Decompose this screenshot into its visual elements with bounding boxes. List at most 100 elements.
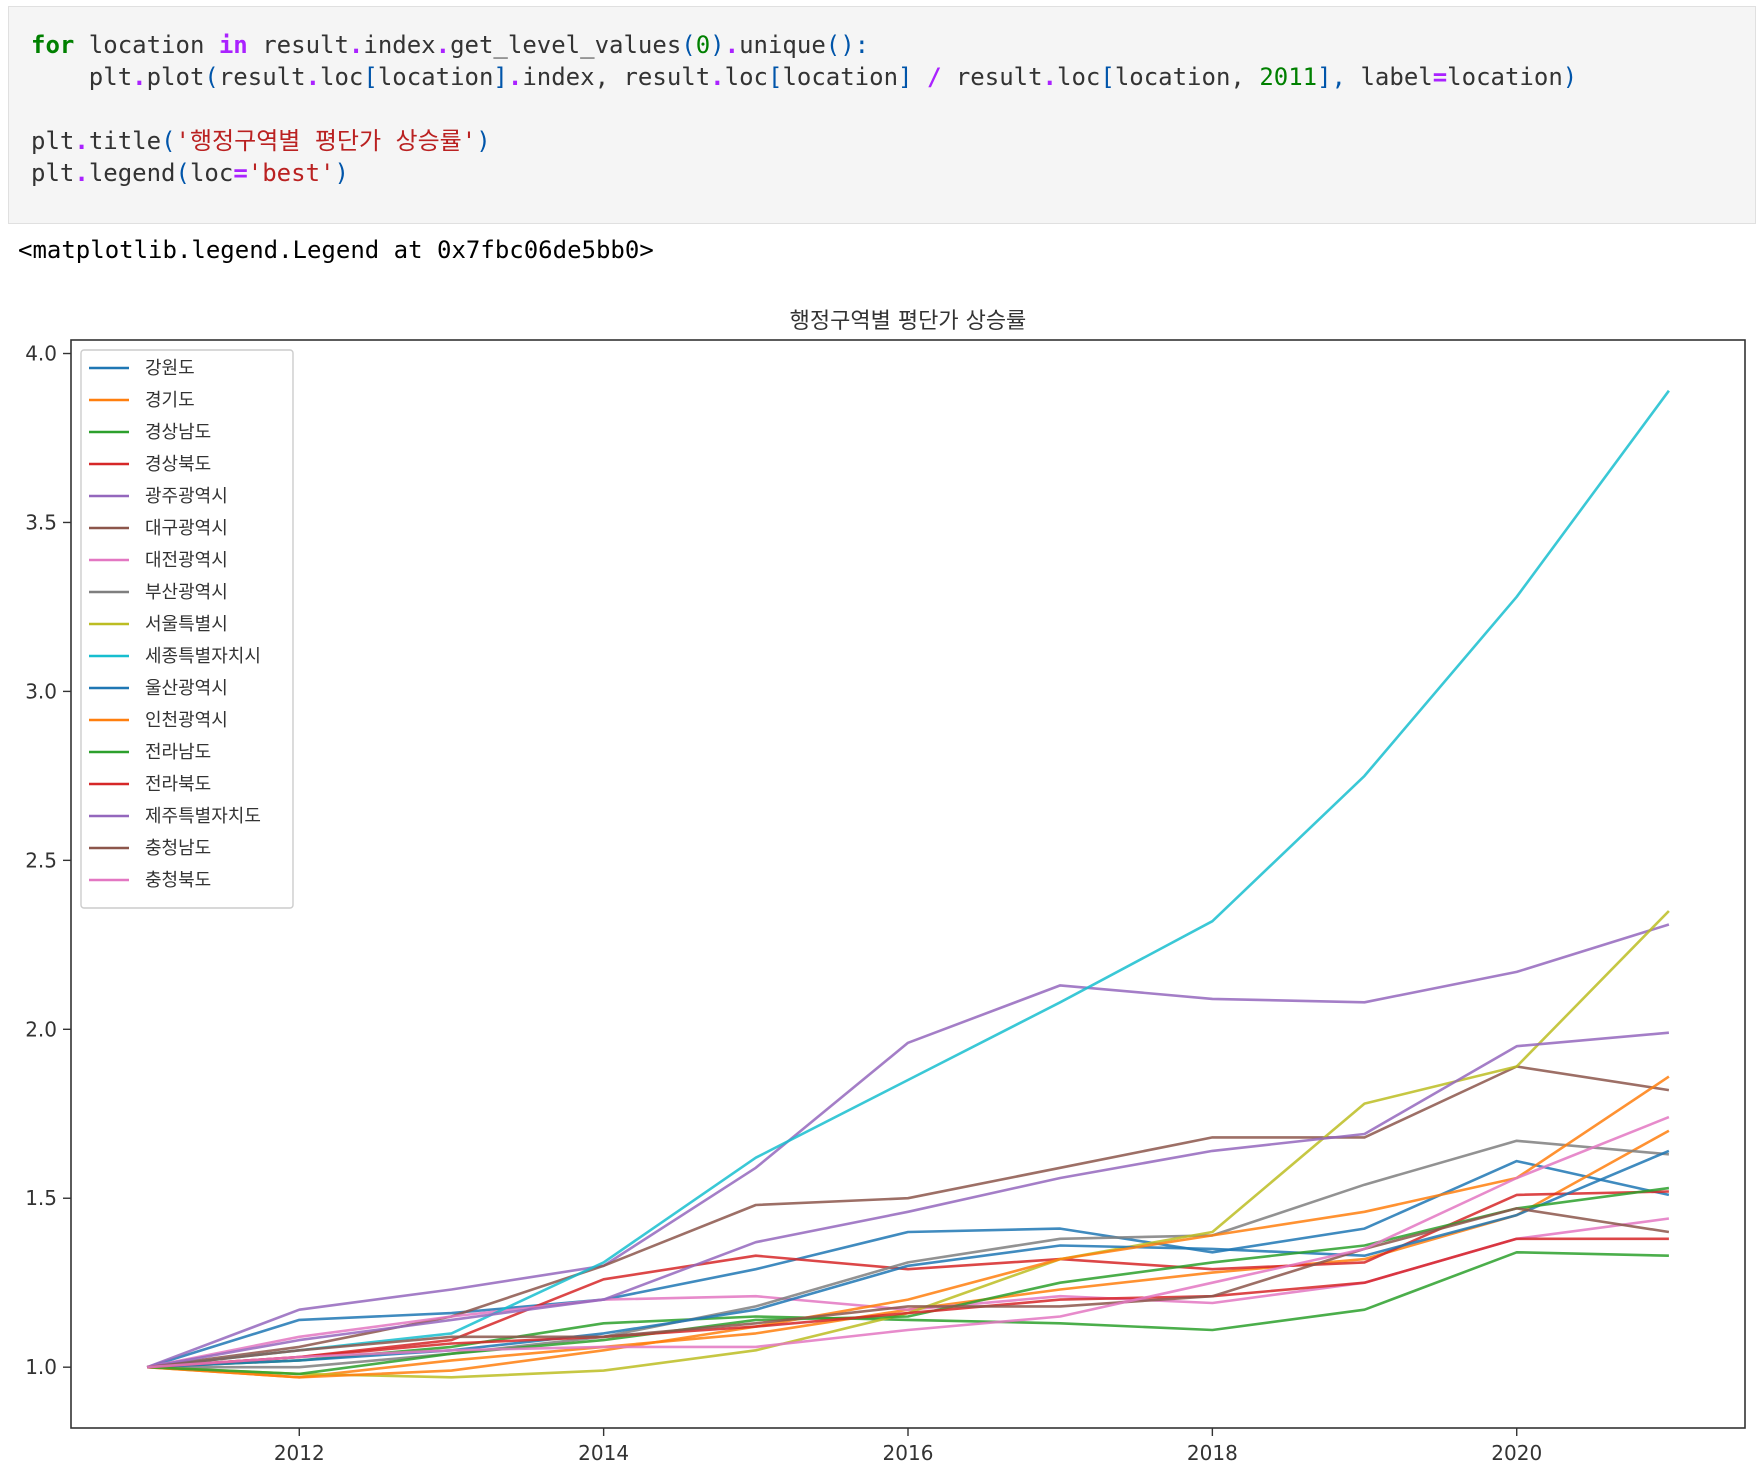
code-token: . [507, 63, 523, 91]
series-line-10 [146, 389, 1670, 1369]
code-token: [ [1100, 63, 1115, 91]
y-tick-label: 4.0 [25, 342, 57, 366]
code-token: . [1042, 63, 1057, 91]
y-tick-label: 3.5 [25, 510, 57, 534]
code-token: plt [31, 159, 75, 187]
y-tick-label: 3.0 [25, 679, 57, 703]
code-token: ( [161, 127, 176, 155]
y-tick-label: 2.5 [25, 848, 57, 872]
legend-label: 강원도 [145, 358, 195, 379]
legend-label: 경상북도 [145, 454, 211, 475]
code-token: ) [1562, 63, 1578, 91]
code-token: = [233, 159, 248, 187]
code-token: result [218, 63, 306, 91]
legend-label: 대구광역시 [145, 518, 228, 539]
code-token: . [710, 63, 725, 91]
x-tick-label: 2016 [883, 1441, 934, 1465]
legend-label: 전라남도 [145, 742, 211, 763]
code-token: get_level_values [450, 31, 682, 59]
y-tick-label: 2.0 [25, 1017, 57, 1041]
code-token: 0 [695, 31, 711, 59]
code-token: ( [204, 63, 219, 91]
x-tick-label: 2012 [274, 1441, 325, 1465]
code-line-2: plt.plot(result.loc[location].index, res… [31, 61, 1735, 93]
code-token: result [247, 31, 349, 59]
chart-title: 행정구역별 평단가 상승률 [790, 309, 1027, 334]
legend-label: 충청북도 [145, 870, 211, 891]
line-chart: 행정구역별 평단가 상승률 2012 2014 2016 2018 2020 1.0 1.5… [25, 309, 1746, 1465]
code-token: ) [710, 31, 725, 59]
code-token: ) [476, 127, 491, 155]
code-token: label [1346, 63, 1433, 91]
legend-label: 세종특별자치시 [145, 646, 261, 667]
code-line-4: plt.title('행정구역별 평단가 상승률') [31, 125, 1735, 157]
legend-label: 부산광역시 [145, 582, 228, 603]
legend-label: 전라북도 [145, 774, 211, 795]
code-token: plt [31, 63, 133, 91]
code-token: . [74, 127, 89, 155]
code-token: / [926, 63, 942, 91]
code-token: ( [681, 31, 696, 59]
code-token: loc [189, 159, 234, 187]
legend: 강원도경기도경상남도경상북도광주광역시대구광역시대전광역시부산광역시서울특별시세… [80, 349, 294, 909]
x-tick-label: 2014 [578, 1441, 629, 1465]
code-token: (): [825, 31, 870, 59]
x-tick-label: 2018 [1187, 1441, 1238, 1465]
code-token: plt [31, 127, 75, 155]
legend-label: 울산광역시 [145, 678, 228, 699]
code-cell[interactable]: for location in result.index.get_level_v… [8, 6, 1756, 224]
series-line-2 [147, 1129, 1670, 1379]
code-token: location [782, 63, 899, 91]
y-tick-label: 1.5 [25, 1186, 57, 1210]
code-token: '행정구역별 평단가 상승률' [175, 127, 477, 155]
code-token: for [31, 31, 75, 59]
code-token: 'best' [247, 159, 335, 187]
code-token: plot [146, 63, 205, 91]
code-token: [ [363, 63, 378, 91]
series-line-1 [146, 1159, 1670, 1369]
code-token: loc [724, 63, 768, 91]
code-token: result [941, 63, 1043, 91]
series-line-7 [146, 1217, 1670, 1369]
legend-label: 제주특별자치도 [145, 806, 261, 827]
legend-label: 인천광역시 [145, 710, 228, 731]
code-token: . [305, 63, 321, 91]
legend-label: 대전광역시 [145, 550, 228, 571]
y-tick-label: 1.0 [25, 1355, 57, 1379]
code-token: unique [739, 31, 826, 59]
code-token: [ [767, 63, 783, 91]
code-token: location [377, 63, 494, 91]
code-token: . [74, 159, 89, 187]
code-token: legend [88, 159, 176, 187]
code-token: index [363, 31, 436, 59]
cell-output-text: <matplotlib.legend.Legend at 0x7fbc06de5… [18, 236, 654, 264]
legend-label: 서울특별시 [145, 614, 228, 635]
legend-label: 광주광역시 [145, 486, 228, 507]
code-token: ) [334, 159, 349, 187]
code-token: ( [175, 159, 190, 187]
code-token: . [132, 63, 147, 91]
series-line-8 [147, 1139, 1670, 1369]
legend-label: 경기도 [145, 390, 195, 411]
series-line-11 [147, 1149, 1670, 1369]
code-line-5: plt.legend(loc='best') [31, 157, 1735, 189]
code-token: location, [1114, 63, 1260, 91]
code-token: loc [320, 63, 364, 91]
code-token: ] [493, 63, 508, 91]
legend-label: 충청남도 [145, 838, 211, 859]
code-token: 2011 [1259, 63, 1318, 91]
code-token: ], [1317, 63, 1347, 91]
code-token: location [1447, 63, 1563, 91]
legend-label: 경상남도 [145, 422, 211, 443]
code-token: loc [1057, 63, 1101, 91]
code-token: . [348, 31, 364, 59]
code-line-1: for location in result.index.get_level_v… [31, 29, 1735, 61]
code-token: . [435, 31, 451, 59]
code-token: in [218, 31, 248, 59]
code-token: . [724, 31, 740, 59]
x-tick-label: 2020 [1491, 1441, 1542, 1465]
code-token: title [88, 127, 162, 155]
code-token: = [1432, 63, 1448, 91]
